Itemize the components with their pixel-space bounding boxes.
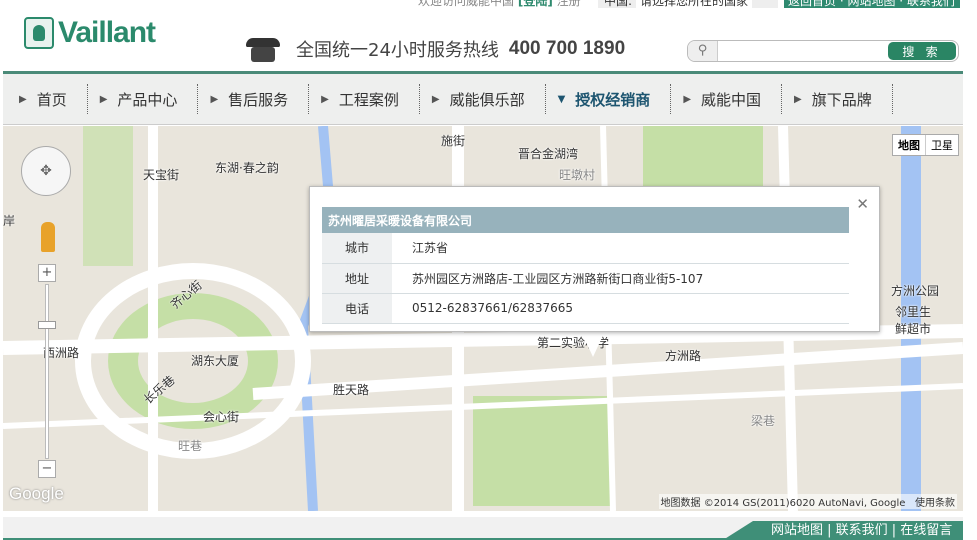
map-copyright: 地图数据 ©2014 GS(2011)6020 AutoNavi, Google… (658, 494, 957, 509)
search-icon: ⚲ (688, 41, 718, 61)
table-row: 电话 0512-62837661/62837665 (322, 293, 849, 324)
pan-control-icon[interactable]: ✥ (21, 146, 71, 196)
map-type-map-button[interactable]: 地图 (893, 135, 926, 155)
main-nav: ▶ 首页 ▶ 产品中心 ▶ 售后服务 ▶ 工程案例 ▶ 威能俱乐部 ▼ 授权经销商 ▶ 威能中… (3, 71, 963, 125)
info-window-tail (581, 331, 605, 357)
register-link[interactable]: 注册 (557, 0, 581, 8)
nav-service[interactable]: ▶ 售后服务 (210, 84, 310, 114)
triangle-right-icon: ▶ (794, 93, 802, 105)
map-label: 岸 (3, 214, 16, 228)
google-logo: Google (9, 484, 64, 503)
map-label: 东湖·春之韵 (215, 161, 279, 175)
phone-value: 0512-62837661/62837665 (392, 293, 849, 324)
nav-home[interactable]: ▶ 首页 (19, 84, 88, 114)
map-view[interactable]: 天宝街 东湖·春之韵 晋合金湖湾 旺墩村 施街 湖东大厦 齐心街 西洲路 长乐巷… (3, 126, 963, 511)
nav-china[interactable]: ▶ 威能中国 (683, 84, 783, 114)
map-label: 施街 (441, 134, 466, 148)
welcome-text: 欢迎访问威能中国 [登陆] 注册 (418, 0, 581, 9)
street-view-pegman-icon[interactable] (41, 222, 55, 252)
footer: 网站地图 | 联系我们 | 在线留言 (3, 517, 963, 540)
address-label: 地址 (322, 263, 392, 294)
dealer-info-table: 苏州曜居采暖设备有限公司 城市 江苏省 地址 苏州园区方洲路店-工业园区方洲路新街口… (322, 207, 849, 324)
hotline: 全国统一24小时服务热线 400 700 1890 (244, 34, 625, 64)
zoom-slider[interactable] (45, 284, 49, 459)
zoom-slider-handle[interactable] (38, 321, 56, 329)
map-label: 天宝街 (143, 168, 180, 182)
close-icon[interactable]: ✕ (856, 195, 869, 213)
map-label: 胜天路 (333, 383, 370, 397)
phone-label: 电话 (322, 293, 392, 324)
city-label: 城市 (322, 233, 392, 264)
triangle-down-icon: ▼ (557, 93, 566, 105)
nav-club[interactable]: ▶ 威能俱乐部 (432, 84, 546, 114)
map-type-toggle: 地图 卫星 (892, 134, 959, 156)
search-button[interactable]: 搜 索 (888, 42, 956, 60)
city-value: 江苏省 (392, 233, 849, 264)
map-label: 会心街 (203, 410, 240, 424)
map-label: 旺墩村 (559, 168, 596, 182)
country-select[interactable]: 中国: 请选择您所在的国家 (598, 0, 778, 8)
search-input[interactable] (720, 42, 885, 60)
map-label: 梁巷 (751, 414, 776, 428)
map-label: 方洲公园 (891, 284, 940, 298)
address-value: 苏州园区方洲路店-工业园区方洲路新街口商业街5-107 (392, 263, 849, 294)
map-label: 晋合金湖湾 (518, 147, 579, 161)
nav-dealers[interactable]: ▼ 授权经销商 (558, 84, 672, 114)
dealer-name: 苏州曜居采暖设备有限公司 (322, 207, 849, 233)
table-row: 地址 苏州园区方洲路店-工业园区方洲路新街口商业街5-107 (322, 263, 849, 294)
triangle-right-icon: ▶ (431, 93, 440, 105)
map-label: 邻里生鲜超市 (895, 305, 932, 336)
login-link[interactable]: [登陆] (518, 0, 553, 8)
search-box: ⚲ 搜 索 (687, 40, 959, 62)
triangle-right-icon: ▶ (99, 93, 108, 105)
top-links[interactable]: 返回首页 · 网站地图 · 联系我们 (784, 0, 960, 8)
telephone-icon (244, 34, 282, 64)
map-label: 方洲路 (665, 349, 702, 363)
map-label: 湖东大厦 (191, 354, 240, 368)
map-label: 旺巷 (178, 439, 203, 453)
vaillant-logo[interactable]: Vaillant (24, 16, 156, 50)
nav-brands[interactable]: ▶ 旗下品牌 (794, 84, 893, 114)
nav-cases[interactable]: ▶ 工程案例 (321, 84, 420, 114)
triangle-right-icon: ▶ (321, 93, 329, 105)
top-bar: 欢迎访问威能中国 [登陆] 注册 中国: 请选择您所在的国家 返回首页 · 网站地… (0, 0, 977, 8)
dealer-info-window: ✕ 苏州曜居采暖设备有限公司 城市 江苏省 地址 苏州园区方洲路店-工业园区方洲路新… (309, 186, 880, 332)
triangle-right-icon: ▶ (683, 93, 692, 105)
nav-products[interactable]: ▶ 产品中心 (100, 84, 199, 114)
terms-link[interactable]: 使用条款 (915, 498, 955, 509)
triangle-right-icon: ▶ (19, 93, 27, 105)
zoom-out-button[interactable]: − (38, 460, 56, 478)
zoom-in-button[interactable]: + (38, 264, 56, 282)
triangle-right-icon: ▶ (210, 93, 219, 105)
hare-logo-icon (24, 17, 54, 49)
map-type-satellite-button[interactable]: 卫星 (926, 135, 958, 155)
table-row: 城市 江苏省 (322, 233, 849, 264)
